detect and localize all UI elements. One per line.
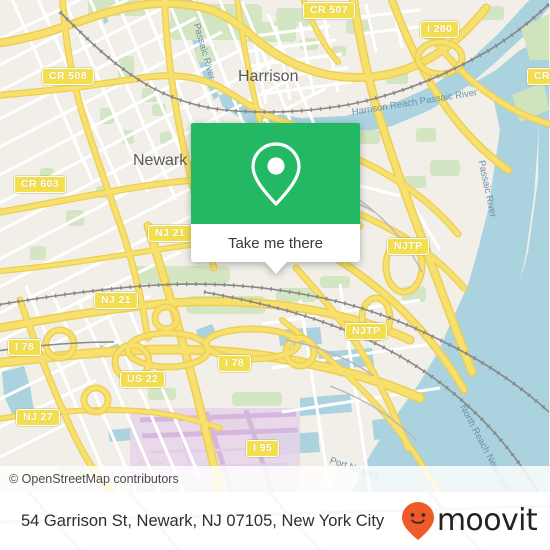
footer-bar: 54 Garrison St, Newark, NJ 07105, New Yo… [0,492,550,550]
map-pin-icon [250,141,301,206]
callout-pin-area [191,123,360,224]
take-me-there-label: Take me there [227,234,324,252]
osm-attribution-text: © OpenStreetMap contributors [9,472,179,486]
moovit-smiley-pin-icon [401,502,434,540]
location-callout-card[interactable]: Take me there [191,123,360,274]
osm-attribution[interactable]: © OpenStreetMap contributors [0,466,550,492]
address-text: 54 Garrison St, Newark, NJ 07105, New Yo… [21,511,385,530]
map-screen: Newark Harrison Harrison Reach Passaic R… [0,0,550,550]
moovit-logo[interactable]: moovit [401,501,550,541]
moovit-wordmark: moovit [436,503,538,538]
callout-action-bar[interactable]: Take me there [191,224,360,274]
callout-pointer [264,262,287,274]
